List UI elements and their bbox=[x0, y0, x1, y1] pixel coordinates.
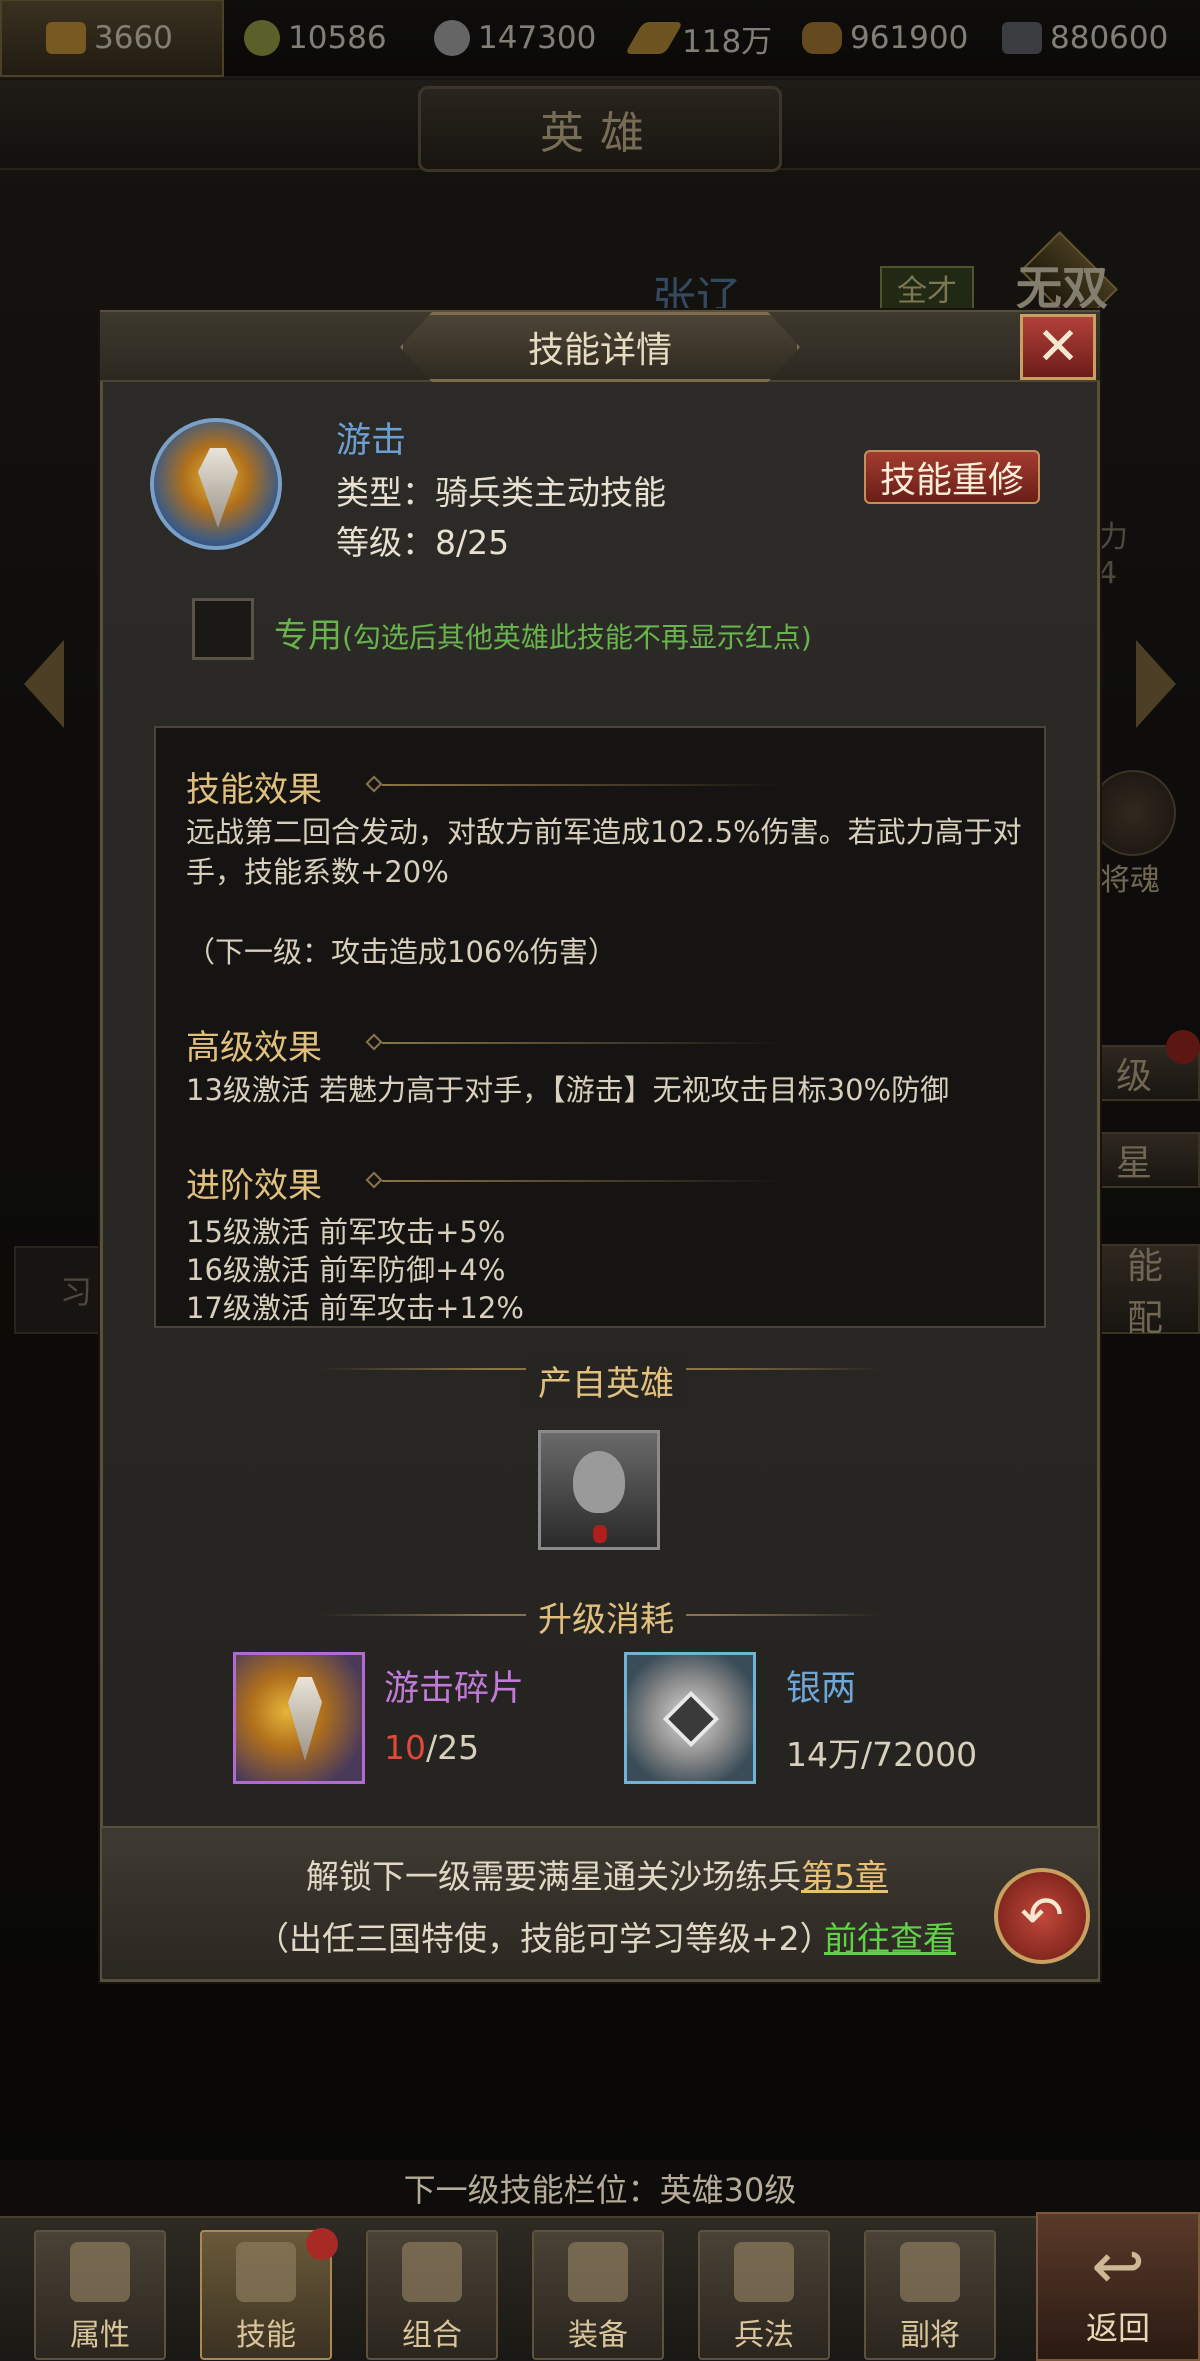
effect-title: 技能效果 bbox=[186, 770, 322, 810]
section-line bbox=[382, 784, 782, 786]
nav-combo[interactable]: 组合 bbox=[366, 2230, 498, 2360]
effects-panel[interactable]: 技能效果 远战第二回合发动，对敌方前军造成102.5%伤害。若武力高于对手，技能… bbox=[154, 726, 1046, 1328]
skill-reset-button[interactable]: 技能重修 bbox=[864, 450, 1040, 504]
skill-fragment-item[interactable] bbox=[233, 1652, 365, 1784]
game-screen: { "resources":[ {"icon":"gold-ingot-icon… bbox=[0, 0, 1200, 2361]
back-button[interactable]: ↶ bbox=[994, 1868, 1090, 1964]
close-button[interactable]: ✕ bbox=[1020, 314, 1096, 380]
nav-attribute[interactable]: 属性 bbox=[34, 2230, 166, 2360]
silver-coin-icon bbox=[662, 1690, 720, 1748]
promotion-line: 15级激活 前军攻击+5% bbox=[186, 1215, 506, 1249]
envoy-note: （出任三国特使，技能可学习等级+2） bbox=[256, 1919, 833, 1958]
section-diamond-icon bbox=[365, 1033, 383, 1051]
nav-tactics[interactable]: 兵法 bbox=[698, 2230, 830, 2360]
effect-text: 远战第二回合发动，对敌方前军造成102.5%伤害。若武力高于对手，技能系数+20… bbox=[186, 815, 1022, 889]
return-icon: ↩ bbox=[1091, 2230, 1145, 2304]
close-icon: ✕ bbox=[1036, 317, 1080, 377]
spear-icon bbox=[198, 448, 238, 528]
skill-type: 类型：骑兵类主动技能 bbox=[336, 473, 666, 512]
fragment-count: 10/25 bbox=[384, 1728, 480, 1767]
return-button[interactable]: ↩ 返回 bbox=[1036, 2212, 1200, 2361]
deputy-icon bbox=[900, 2242, 960, 2302]
promotion-line: 17级激活 前军攻击+12% bbox=[186, 1291, 524, 1325]
combo-icon bbox=[402, 2242, 462, 2302]
section-line bbox=[382, 1180, 782, 1182]
fragment-name: 游击碎片 bbox=[384, 1669, 525, 1709]
dialog-title: 技能详情 bbox=[400, 312, 800, 382]
exclusive-label: 专用(勾选后其他英雄此技能不再显示红点) bbox=[274, 616, 812, 656]
exclusive-note: (勾选后其他英雄此技能不再显示红点) bbox=[342, 621, 812, 654]
spear-icon bbox=[288, 1677, 322, 1761]
silver-name: 银两 bbox=[786, 1669, 857, 1709]
effect-next: （下一级：攻击造成106%伤害） bbox=[186, 935, 617, 969]
skill-icon bbox=[236, 2242, 296, 2302]
hero-mark-icon bbox=[593, 1525, 607, 1543]
go-view-link[interactable]: 前往查看 bbox=[824, 1912, 956, 1960]
chapter-link[interactable]: 第5章 bbox=[801, 1857, 888, 1896]
promotion-title: 进阶效果 bbox=[186, 1166, 322, 1206]
helmet-icon bbox=[573, 1451, 625, 1513]
advanced-text: 13级激活 若魅力高于对手，【游击】无视攻击目标30%防御 bbox=[186, 1073, 950, 1107]
section-line bbox=[382, 1042, 782, 1044]
unlock-requirement: 解锁下一级需要满星通关沙场练兵第5章 bbox=[306, 1857, 888, 1896]
attribute-icon bbox=[70, 2242, 130, 2302]
exclusive-checkbox[interactable] bbox=[192, 598, 254, 660]
source-hero-title: 产自英雄 bbox=[526, 1356, 686, 1405]
silver-item[interactable] bbox=[624, 1652, 756, 1784]
section-diamond-icon bbox=[365, 775, 383, 793]
promotion-line: 16级激活 前军防御+4% bbox=[186, 1253, 506, 1287]
tactics-icon bbox=[734, 2242, 794, 2302]
nav-equipment[interactable]: 装备 bbox=[532, 2230, 664, 2360]
skill-level: 等级：8/25 bbox=[336, 523, 510, 562]
skill-icon bbox=[150, 418, 282, 550]
hero-portrait[interactable] bbox=[538, 1430, 660, 1550]
return-arrow-icon: ↶ bbox=[1020, 1886, 1064, 1946]
nav-notification-dot bbox=[306, 2228, 338, 2260]
upgrade-cost-title: 升级消耗 bbox=[526, 1592, 686, 1641]
skill-name: 游击 bbox=[336, 421, 407, 461]
next-skill-slot: 下一级技能栏位：英雄30级 bbox=[0, 2160, 1200, 2216]
equipment-icon bbox=[568, 2242, 628, 2302]
advanced-title: 高级效果 bbox=[186, 1028, 322, 1068]
nav-deputy[interactable]: 副将 bbox=[864, 2230, 996, 2360]
section-diamond-icon bbox=[365, 1171, 383, 1189]
silver-count: 14万/72000 bbox=[786, 1735, 978, 1774]
